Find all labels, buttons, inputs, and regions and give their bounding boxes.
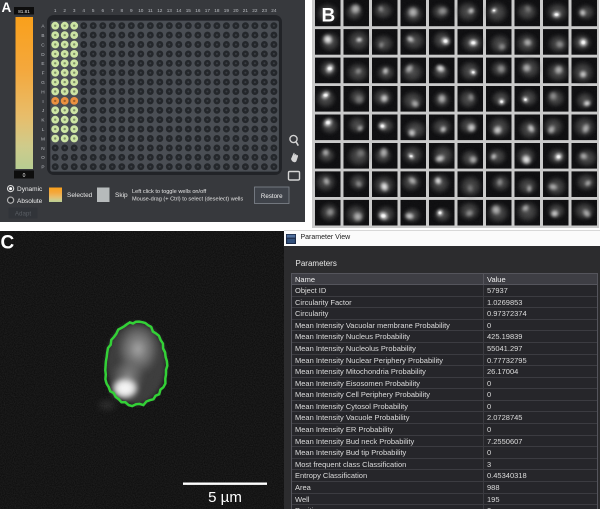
svg-text:18: 18 <box>214 8 220 13</box>
svg-text:6: 6 <box>101 8 104 13</box>
svg-text:E: E <box>41 61 44 66</box>
svg-text:Restore: Restore <box>261 193 283 200</box>
svg-text:10: 10 <box>138 8 144 13</box>
svg-text:M: M <box>41 136 45 141</box>
svg-text:9: 9 <box>130 8 133 13</box>
svg-text:7: 7 <box>111 8 114 13</box>
svg-text:4: 4 <box>82 8 85 13</box>
svg-text:12: 12 <box>157 8 163 13</box>
svg-text:Dynamic: Dynamic <box>17 186 43 193</box>
svg-text:B: B <box>41 33 44 38</box>
svg-text:17: 17 <box>205 8 211 13</box>
svg-text:Mouse-drag (+ Ctrl) to select: Mouse-drag (+ Ctrl) to select (deselect)… <box>132 196 243 202</box>
svg-text:F: F <box>42 71 45 76</box>
svg-text:81.81: 81.81 <box>18 9 30 14</box>
svg-text:H: H <box>41 89 44 94</box>
svg-text:5: 5 <box>92 8 95 13</box>
svg-text:5 µm: 5 µm <box>208 489 242 506</box>
svg-text:16: 16 <box>195 8 201 13</box>
svg-text:21: 21 <box>243 8 249 13</box>
svg-text:Selected: Selected <box>67 192 93 199</box>
svg-text:1: 1 <box>54 8 57 13</box>
svg-text:14: 14 <box>176 8 182 13</box>
svg-text:15: 15 <box>186 8 192 13</box>
svg-text:Skip: Skip <box>115 192 128 199</box>
svg-text:23: 23 <box>262 8 268 13</box>
svg-text:Absolute: Absolute <box>17 198 43 205</box>
svg-text:20: 20 <box>233 8 239 13</box>
svg-text:A: A <box>2 0 12 15</box>
svg-text:Left click to toggle wells on/: Left click to toggle wells on/off <box>132 189 207 195</box>
svg-text:22: 22 <box>252 8 258 13</box>
svg-text:B: B <box>322 6 336 27</box>
svg-text:8: 8 <box>120 8 123 13</box>
svg-text:3: 3 <box>73 8 76 13</box>
svg-text:Adapt: Adapt <box>15 210 31 217</box>
svg-text:N: N <box>41 146 44 151</box>
svg-text:24: 24 <box>271 8 277 13</box>
svg-text:11: 11 <box>148 8 153 13</box>
svg-text:P: P <box>41 165 44 170</box>
svg-text:0: 0 <box>23 173 26 179</box>
svg-text:13: 13 <box>167 8 173 13</box>
svg-text:O: O <box>41 155 45 160</box>
svg-text:19: 19 <box>224 8 230 13</box>
svg-text:G: G <box>41 80 45 85</box>
svg-text:L: L <box>42 127 45 132</box>
svg-text:I: I <box>42 99 43 104</box>
svg-text:C: C <box>1 233 15 254</box>
svg-text:J: J <box>42 108 44 113</box>
svg-text:2: 2 <box>63 8 66 13</box>
